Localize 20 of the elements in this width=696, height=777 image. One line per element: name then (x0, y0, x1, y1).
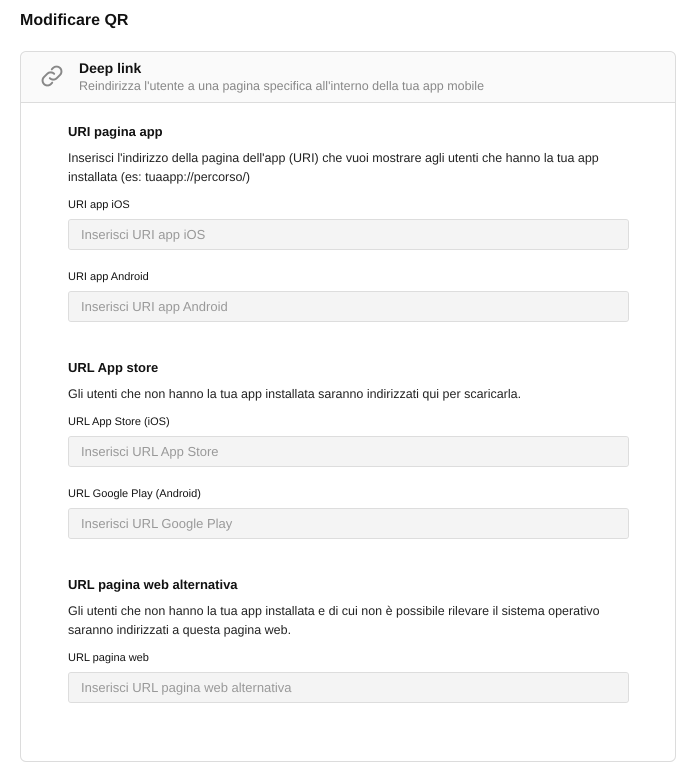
input-field[interactable]: Inserisci URI app iOS (68, 219, 629, 250)
field-label: URL Google Play (Android) (68, 488, 202, 500)
page-title: Modificare QR (20, 12, 130, 30)
section-heading: URI pagina app (68, 124, 164, 139)
section-heading: URL pagina web alternativa (68, 577, 239, 592)
section-description: Gli utenti che non hanno la tua app installata e di cui non è possibile rilevare il sistema operativo saranno indirizzati a questa pagina web. (68, 603, 601, 639)
field-label: URL App Store (iOS) (68, 416, 171, 428)
card-title: Deep link (79, 59, 142, 78)
field-label: URI app Android (68, 271, 150, 283)
card-subtitle: Reindirizza l'utente a una pagina specifica all'interno della tua app mobile (79, 78, 484, 94)
input-field[interactable]: Inserisci URL App Store (68, 436, 629, 467)
link-icon (39, 63, 65, 89)
field-label: URI app iOS (68, 199, 131, 211)
input-field[interactable]: Inserisci URL Google Play (68, 508, 629, 539)
input-field[interactable]: Inserisci URL pagina web alternativa (68, 672, 629, 703)
section-heading: URL App store (68, 360, 160, 375)
field-label: URL pagina web (68, 652, 150, 664)
input-field[interactable]: Inserisci URI app Android (68, 291, 629, 322)
section-description: Inserisci l'indirizzo della pagina dell'app (URI) che vuoi mostrare agli utenti che hanno la tua app installata (es: tuaapp://percorso/) (68, 150, 600, 186)
section-description: Gli utenti che non hanno la tua app installata saranno indirizzati qui per scaricarla. (68, 386, 522, 403)
